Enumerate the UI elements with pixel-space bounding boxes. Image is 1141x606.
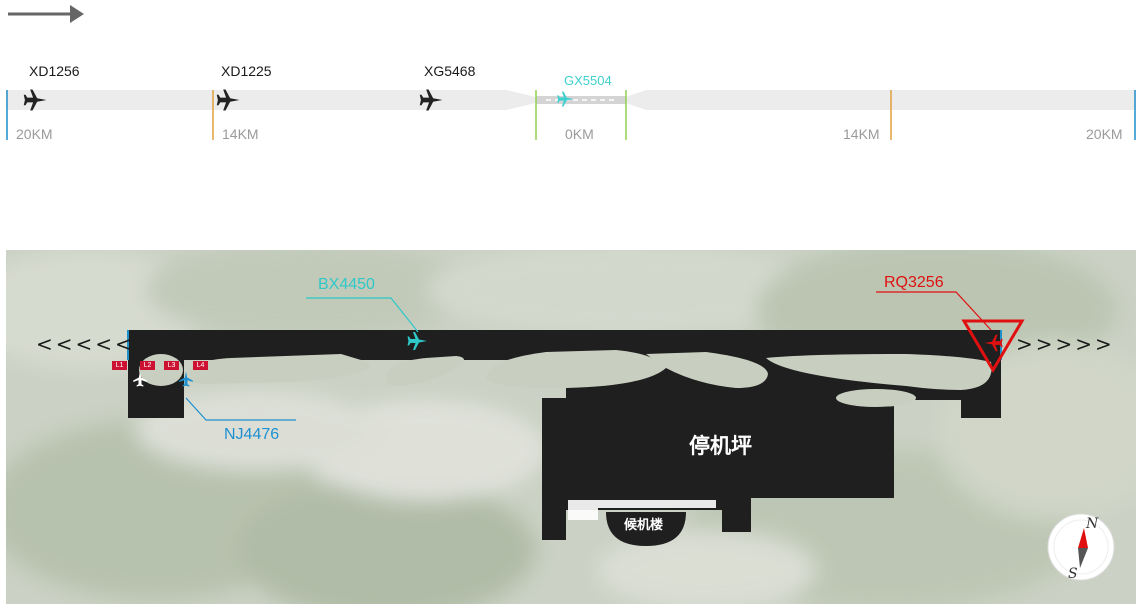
flight-label-active[interactable]: GX5504	[564, 73, 612, 88]
gate-tag[interactable]: L3	[164, 361, 179, 370]
gate-tag[interactable]: L1	[112, 361, 127, 370]
callsign-label[interactable]: BX4450	[318, 276, 375, 294]
flight-label[interactable]: XD1225	[221, 63, 272, 79]
airport-monitor: XD1256 XD1225 XG5468 GX5504 20KM 14KM 0K…	[0, 0, 1141, 606]
distance-label: 20KM	[1086, 126, 1123, 142]
distance-label: 0KM	[565, 126, 594, 142]
compass-north: N	[1085, 516, 1099, 532]
airplane-icon[interactable]	[22, 86, 50, 114]
direction-left: <<<<<	[36, 332, 135, 356]
airport-map[interactable]: L1 L2 L3 L4 <<<<< >>>>> BX4450 NJ4476 RQ…	[6, 250, 1136, 604]
direction-arrow-icon	[8, 5, 84, 23]
airplane-icon[interactable]	[215, 86, 243, 114]
direction-right: >>>>>	[1016, 332, 1115, 356]
distance-label: 14KM	[843, 126, 880, 142]
gate-tag[interactable]: L4	[193, 361, 208, 370]
airplane-alert-icon[interactable]	[982, 332, 1004, 354]
distance-label: 20KM	[16, 126, 53, 142]
flight-label[interactable]: XG5468	[424, 63, 475, 79]
apron-label: 停机坪	[689, 434, 752, 458]
distance-label: 14KM	[222, 126, 259, 142]
gate-tag[interactable]: L2	[140, 361, 155, 370]
airplane-icon[interactable]	[177, 370, 195, 388]
approach-lane: XD1256 XD1225 XG5468 GX5504 20KM 14KM 0K…	[6, 60, 1136, 150]
airplane-icon[interactable]	[406, 329, 430, 353]
callsign-label[interactable]: RQ3256	[884, 274, 944, 292]
runway-layout	[127, 291, 1025, 546]
compass-south: S	[1068, 566, 1078, 582]
flight-label[interactable]: XD1256	[29, 63, 80, 79]
airplane-icon[interactable]	[131, 370, 149, 388]
callsign-label[interactable]: NJ4476	[224, 426, 279, 444]
airplane-icon[interactable]	[556, 89, 576, 109]
airplane-icon[interactable]	[418, 86, 446, 114]
terminal-label: 候机楼	[624, 518, 664, 533]
compass-icon[interactable]: N S	[1046, 512, 1116, 582]
